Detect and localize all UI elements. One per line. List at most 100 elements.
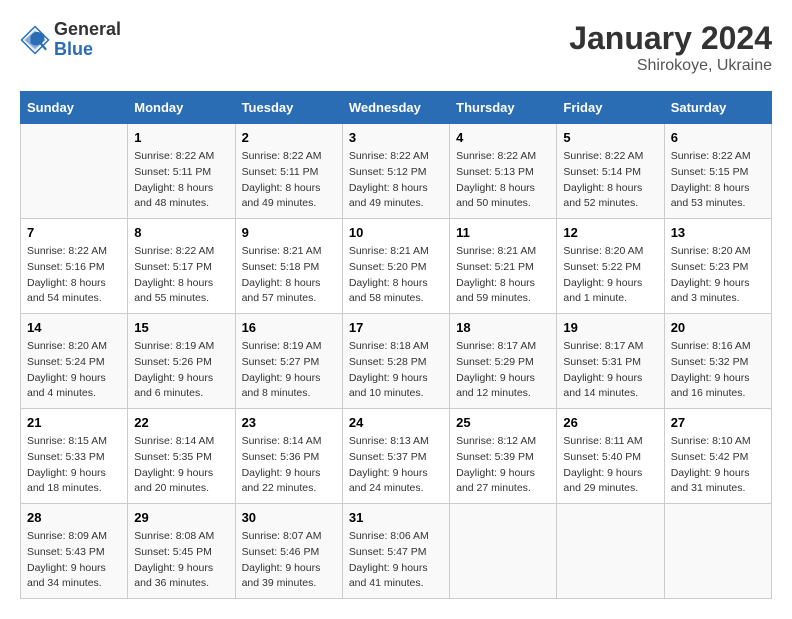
column-header-friday: Friday [557,92,664,124]
column-header-monday: Monday [128,92,235,124]
logo: General Blue [20,20,121,60]
day-info: Sunrise: 8:07 AMSunset: 5:46 PMDaylight:… [242,529,336,592]
day-info: Sunrise: 8:10 AMSunset: 5:42 PMDaylight:… [671,434,765,497]
day-info: Sunrise: 8:14 AMSunset: 5:36 PMDaylight:… [242,434,336,497]
day-number: 13 [671,225,765,240]
day-info: Sunrise: 8:16 AMSunset: 5:32 PMDaylight:… [671,339,765,402]
day-cell [450,504,557,599]
day-cell: 3 Sunrise: 8:22 AMSunset: 5:12 PMDaylight… [342,124,449,219]
day-cell: 9 Sunrise: 8:21 AMSunset: 5:18 PMDaylight… [235,219,342,314]
day-number: 14 [27,320,121,335]
day-info: Sunrise: 8:21 AMSunset: 5:20 PMDaylight:… [349,244,443,307]
day-number: 20 [671,320,765,335]
day-info: Sunrise: 8:18 AMSunset: 5:28 PMDaylight:… [349,339,443,402]
day-info: Sunrise: 8:22 AMSunset: 5:12 PMDaylight:… [349,149,443,212]
day-number: 1 [134,130,228,145]
day-cell [664,504,771,599]
day-cell: 18 Sunrise: 8:17 AMSunset: 5:29 PMDayligh… [450,314,557,409]
day-info: Sunrise: 8:22 AMSunset: 5:11 PMDaylight:… [242,149,336,212]
day-cell: 16 Sunrise: 8:19 AMSunset: 5:27 PMDayligh… [235,314,342,409]
week-row-2: 7Sunrise: 8:22 AMSunset: 5:16 PMDaylight… [21,219,772,314]
day-cell: 21 Sunrise: 8:15 AMSunset: 5:33 PMDayligh… [21,409,128,504]
day-cell: 1 Sunrise: 8:22 AMSunset: 5:11 PMDaylight… [128,124,235,219]
day-cell: 28Sunrise: 8:09 AMSunset: 5:43 PMDayligh… [21,504,128,599]
day-info: Sunrise: 8:22 AMSunset: 5:11 PMDaylight:… [134,149,228,212]
week-row-5: 28Sunrise: 8:09 AMSunset: 5:43 PMDayligh… [21,504,772,599]
day-number: 22 [134,415,228,430]
day-cell: 4Sunrise: 8:22 AMSunset: 5:13 PMDaylight… [450,124,557,219]
day-cell: 26 Sunrise: 8:11 AMSunset: 5:40 PMDayligh… [557,409,664,504]
day-info: Sunrise: 8:22 AMSunset: 5:17 PMDaylight:… [134,244,228,307]
day-cell: 8 Sunrise: 8:22 AMSunset: 5:17 PMDaylight… [128,219,235,314]
day-info: Sunrise: 8:11 AMSunset: 5:40 PMDaylight:… [563,434,657,497]
column-header-thursday: Thursday [450,92,557,124]
calendar-header-row: SundayMondayTuesdayWednesdayThursdayFrid… [21,92,772,124]
day-cell: 30Sunrise: 8:07 AMSunset: 5:46 PMDayligh… [235,504,342,599]
day-cell: 7Sunrise: 8:22 AMSunset: 5:16 PMDaylight… [21,219,128,314]
day-cell [21,124,128,219]
day-cell: 10 Sunrise: 8:21 AMSunset: 5:20 PMDayligh… [342,219,449,314]
day-info: Sunrise: 8:13 AMSunset: 5:37 PMDaylight:… [349,434,443,497]
day-number: 19 [563,320,657,335]
day-cell: 11 Sunrise: 8:21 AMSunset: 5:21 PMDayligh… [450,219,557,314]
day-number: 10 [349,225,443,240]
day-cell: 20 Sunrise: 8:16 AMSunset: 5:32 PMDayligh… [664,314,771,409]
day-cell [557,504,664,599]
page-title: January 2024 [569,20,772,57]
day-info: Sunrise: 8:19 AMSunset: 5:26 PMDaylight:… [134,339,228,402]
day-number: 16 [242,320,336,335]
day-info: Sunrise: 8:08 AMSunset: 5:45 PMDaylight:… [134,529,228,592]
day-number: 5 [563,130,657,145]
logo-icon [20,25,50,55]
day-info: Sunrise: 8:22 AMSunset: 5:13 PMDaylight:… [456,149,550,212]
day-number: 18 [456,320,550,335]
day-cell: 19 Sunrise: 8:17 AMSunset: 5:31 PMDayligh… [557,314,664,409]
page-header: General Blue January 2024 Shirokoye, Ukr… [20,20,772,75]
column-header-sunday: Sunday [21,92,128,124]
day-info: Sunrise: 8:09 AMSunset: 5:43 PMDaylight:… [27,529,121,592]
logo-blue: Blue [54,40,121,60]
day-number: 2 [242,130,336,145]
day-info: Sunrise: 8:21 AMSunset: 5:18 PMDaylight:… [242,244,336,307]
day-number: 3 [349,130,443,145]
day-cell: 5 Sunrise: 8:22 AMSunset: 5:14 PMDaylight… [557,124,664,219]
day-info: Sunrise: 8:06 AMSunset: 5:47 PMDaylight:… [349,529,443,592]
day-info: Sunrise: 8:15 AMSunset: 5:33 PMDaylight:… [27,434,121,497]
day-number: 6 [671,130,765,145]
day-cell: 13 Sunrise: 8:20 AMSunset: 5:23 PMDayligh… [664,219,771,314]
day-number: 15 [134,320,228,335]
day-cell: 6Sunrise: 8:22 AMSunset: 5:15 PMDaylight… [664,124,771,219]
day-cell: 27Sunrise: 8:10 AMSunset: 5:42 PMDayligh… [664,409,771,504]
day-number: 21 [27,415,121,430]
day-info: Sunrise: 8:19 AMSunset: 5:27 PMDaylight:… [242,339,336,402]
day-info: Sunrise: 8:17 AMSunset: 5:31 PMDaylight:… [563,339,657,402]
day-number: 23 [242,415,336,430]
logo-general: General [54,20,121,40]
calendar-table: SundayMondayTuesdayWednesdayThursdayFrid… [20,91,772,599]
day-number: 12 [563,225,657,240]
column-header-wednesday: Wednesday [342,92,449,124]
day-cell: 17 Sunrise: 8:18 AMSunset: 5:28 PMDayligh… [342,314,449,409]
title-block: January 2024 Shirokoye, Ukraine [569,20,772,75]
day-cell: 15 Sunrise: 8:19 AMSunset: 5:26 PMDayligh… [128,314,235,409]
logo-text: General Blue [54,20,121,60]
day-info: Sunrise: 8:12 AMSunset: 5:39 PMDaylight:… [456,434,550,497]
day-info: Sunrise: 8:20 AMSunset: 5:23 PMDaylight:… [671,244,765,307]
day-number: 11 [456,225,550,240]
day-number: 31 [349,510,443,525]
day-info: Sunrise: 8:20 AMSunset: 5:22 PMDaylight:… [563,244,657,307]
day-number: 26 [563,415,657,430]
day-cell: 31 Sunrise: 8:06 AMSunset: 5:47 PMDayligh… [342,504,449,599]
day-number: 8 [134,225,228,240]
day-number: 17 [349,320,443,335]
day-info: Sunrise: 8:17 AMSunset: 5:29 PMDaylight:… [456,339,550,402]
day-number: 25 [456,415,550,430]
day-cell: 22 Sunrise: 8:14 AMSunset: 5:35 PMDayligh… [128,409,235,504]
day-cell: 29Sunrise: 8:08 AMSunset: 5:45 PMDayligh… [128,504,235,599]
day-info: Sunrise: 8:21 AMSunset: 5:21 PMDaylight:… [456,244,550,307]
day-cell: 14Sunrise: 8:20 AMSunset: 5:24 PMDayligh… [21,314,128,409]
day-info: Sunrise: 8:22 AMSunset: 5:14 PMDaylight:… [563,149,657,212]
day-info: Sunrise: 8:14 AMSunset: 5:35 PMDaylight:… [134,434,228,497]
day-cell: 25 Sunrise: 8:12 AMSunset: 5:39 PMDayligh… [450,409,557,504]
day-number: 9 [242,225,336,240]
